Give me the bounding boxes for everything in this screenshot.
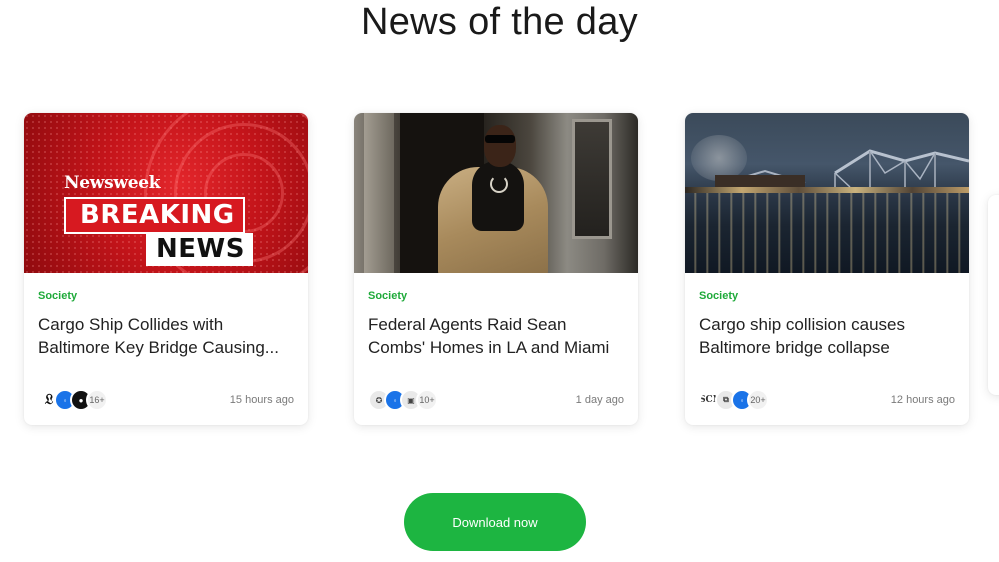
news-card-sean-combs[interactable]: Society Federal Agents Raid Sean Combs' … (354, 113, 638, 425)
news-card-cargo-ship[interactable]: Newsweek BREAKING NEWS Society Cargo Shi… (24, 113, 308, 425)
person-photo-thumbnail (354, 113, 638, 273)
source-avatars: ✪ ◦ ▣ 10+ (368, 389, 438, 411)
category-label: Society (38, 290, 78, 302)
card-meta: SCN ⧉ ◦ 20+ 12 hours ago (699, 388, 955, 412)
category-label: Society (368, 290, 408, 302)
source-avatars: 𝔏 ◦ ● 16+ (38, 389, 108, 411)
source-avatars: SCN ⧉ ◦ 20+ (699, 389, 769, 411)
newsweek-logo: Newsweek (64, 173, 161, 193)
page-title: News of the day (361, 1, 638, 43)
news-card-bridge-collapse[interactable]: Society Cargo ship collision causes Balt… (685, 113, 969, 425)
more-sources-badge: 10+ (416, 389, 438, 411)
timestamp: 15 hours ago (229, 394, 294, 406)
headline[interactable]: Cargo ship collision causes Baltimore br… (699, 313, 955, 359)
card-meta: 𝔏 ◦ ● 16+ 15 hours ago (38, 388, 294, 412)
next-card-peek[interactable] (988, 195, 999, 395)
breaking-news-thumbnail: Newsweek BREAKING NEWS (24, 113, 308, 273)
timestamp: 1 day ago (575, 394, 624, 406)
bridge-photo-thumbnail (685, 113, 969, 273)
card-meta: ✪ ◦ ▣ 10+ 1 day ago (368, 388, 624, 412)
download-now-button[interactable]: Download now (404, 493, 586, 551)
breaking-label: BREAKING (64, 197, 245, 234)
category-label: Society (699, 290, 739, 302)
more-sources-badge: 20+ (747, 389, 769, 411)
timestamp: 12 hours ago (890, 394, 955, 406)
more-sources-badge: 16+ (86, 389, 108, 411)
headline[interactable]: Federal Agents Raid Sean Combs' Homes in… (368, 313, 624, 359)
headline[interactable]: Cargo Ship Collides with Baltimore Key B… (38, 313, 294, 359)
news-label: NEWS (146, 233, 253, 266)
